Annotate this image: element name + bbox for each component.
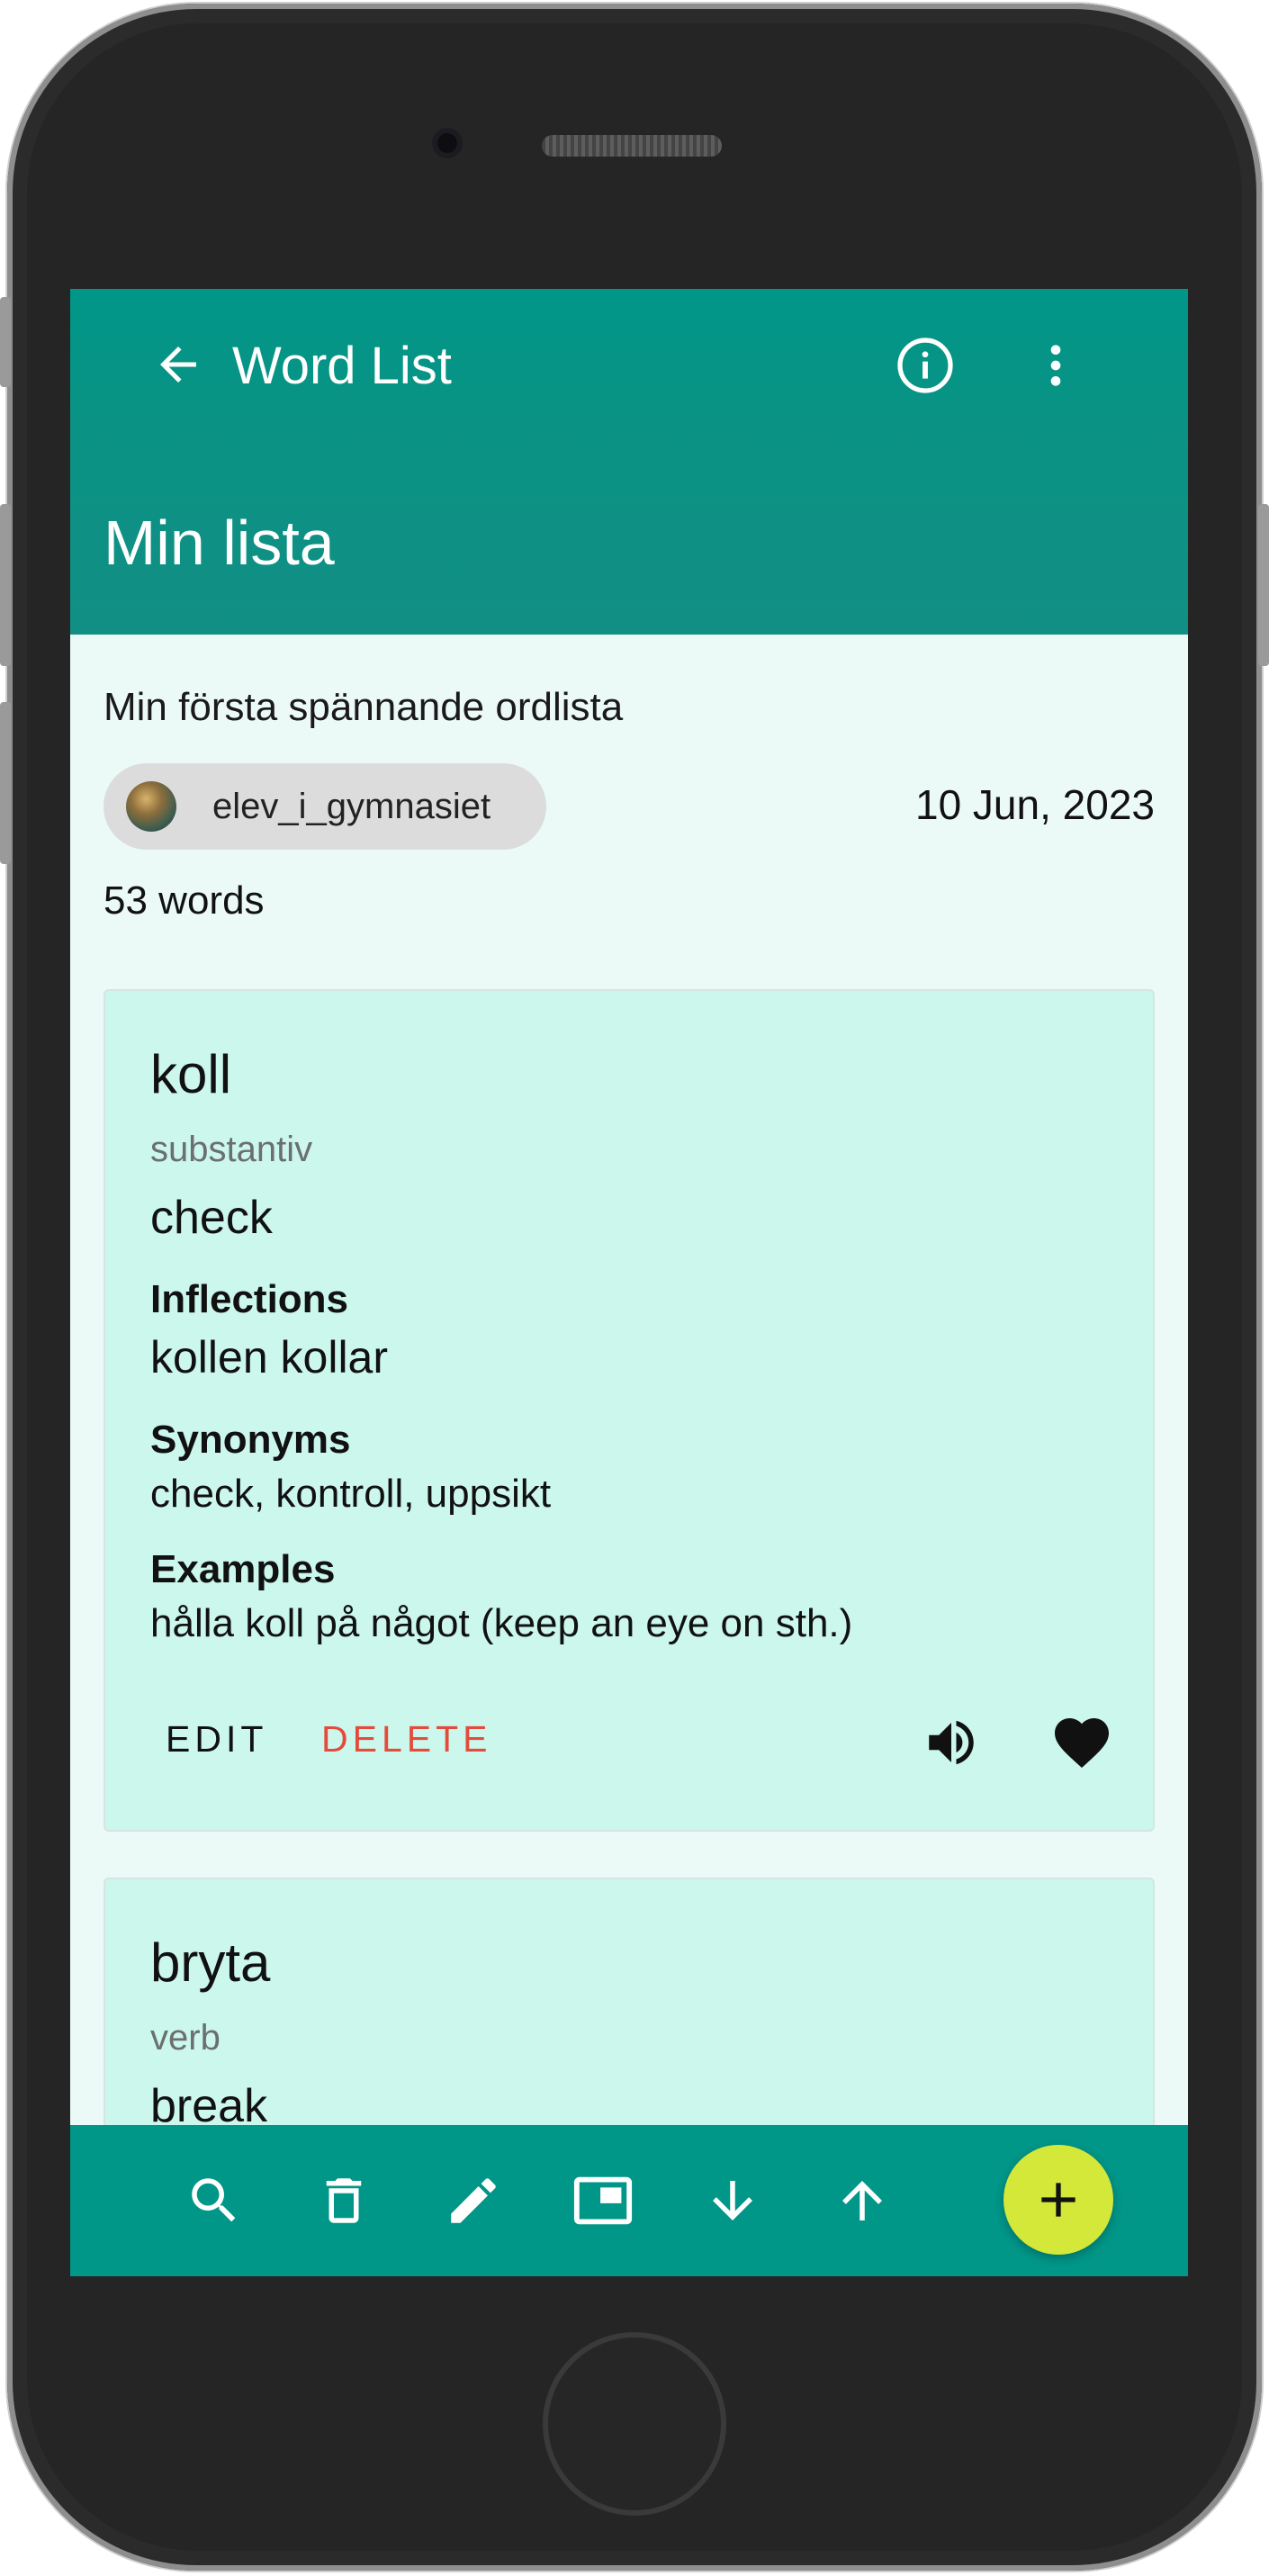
edit-button[interactable]: EDIT (166, 1718, 267, 1761)
search-button[interactable] (178, 2165, 250, 2237)
delete-icon (326, 2178, 362, 2223)
front-camera (432, 128, 463, 158)
back-button[interactable] (142, 329, 214, 401)
speak-button[interactable] (915, 1707, 987, 1779)
word-title: koll (150, 1044, 232, 1104)
app-screen: Word List Min lista Min första spännande… (70, 289, 1188, 2276)
examples-heading: Examples (150, 1547, 336, 1591)
favorite-button[interactable] (1046, 1707, 1118, 1779)
phone-side-button (0, 297, 11, 387)
add-icon (1041, 2183, 1076, 2217)
delete-button[interactable]: DELETE (321, 1718, 492, 1761)
word-count: 53 words (104, 878, 265, 923)
page-title: Word List (232, 337, 452, 395)
home-button[interactable] (543, 2332, 726, 2516)
list-date: 10 Jun, 2023 (914, 781, 1155, 828)
author-name: elev_i_gymnasiet (212, 786, 491, 826)
info-button[interactable] (885, 325, 966, 406)
edit-list-button[interactable] (437, 2165, 509, 2237)
phone-side-button (0, 702, 11, 864)
toolbar: Word List (70, 289, 1188, 440)
avatar (126, 781, 176, 832)
arrow-back-icon (160, 347, 196, 383)
synonyms-heading: Synonyms (150, 1418, 351, 1462)
list-description: Min första spännande ordlista (104, 685, 624, 729)
inflections-heading: Inflections (150, 1277, 349, 1321)
part-of-speech: substantiv (150, 1130, 313, 1169)
heart-icon (1055, 1718, 1109, 1769)
phone-side-button (1258, 504, 1269, 666)
picture-in-picture-icon (573, 2176, 633, 2225)
volume-icon (929, 1720, 974, 1765)
scroll-up-button[interactable] (826, 2165, 898, 2237)
info-icon (897, 338, 953, 393)
flashcard-button[interactable] (567, 2165, 639, 2237)
list-title: Min lista (104, 508, 335, 578)
earpiece-speaker (542, 135, 722, 157)
add-word-button[interactable] (1004, 2145, 1113, 2255)
delete-list-button[interactable] (308, 2165, 380, 2237)
inflections-value: kollen kollar (150, 1332, 389, 1383)
phone-side-button (0, 504, 11, 666)
arrow-down-icon (713, 2181, 752, 2220)
word-title: bryta (150, 1932, 271, 1993)
arrow-up-icon (842, 2181, 882, 2220)
bottom-app-bar (70, 2125, 1188, 2276)
examples-value: hålla koll på något (keep an eye on sth.… (150, 1601, 853, 1645)
more-vert-icon (1050, 345, 1061, 386)
word-card: koll substantiv check Inflections kollen… (104, 989, 1155, 1832)
author-chip[interactable]: elev_i_gymnasiet (104, 763, 546, 850)
translation: check (150, 1192, 273, 1244)
part-of-speech: verb (150, 2018, 220, 2058)
scroll-down-button[interactable] (697, 2165, 769, 2237)
search-icon (192, 2178, 236, 2222)
app-bar: Word List Min lista (70, 289, 1188, 635)
synonyms-value: check, kontroll, uppsikt (150, 1472, 552, 1516)
edit-icon (451, 2178, 496, 2223)
more-options-button[interactable] (1015, 325, 1096, 406)
